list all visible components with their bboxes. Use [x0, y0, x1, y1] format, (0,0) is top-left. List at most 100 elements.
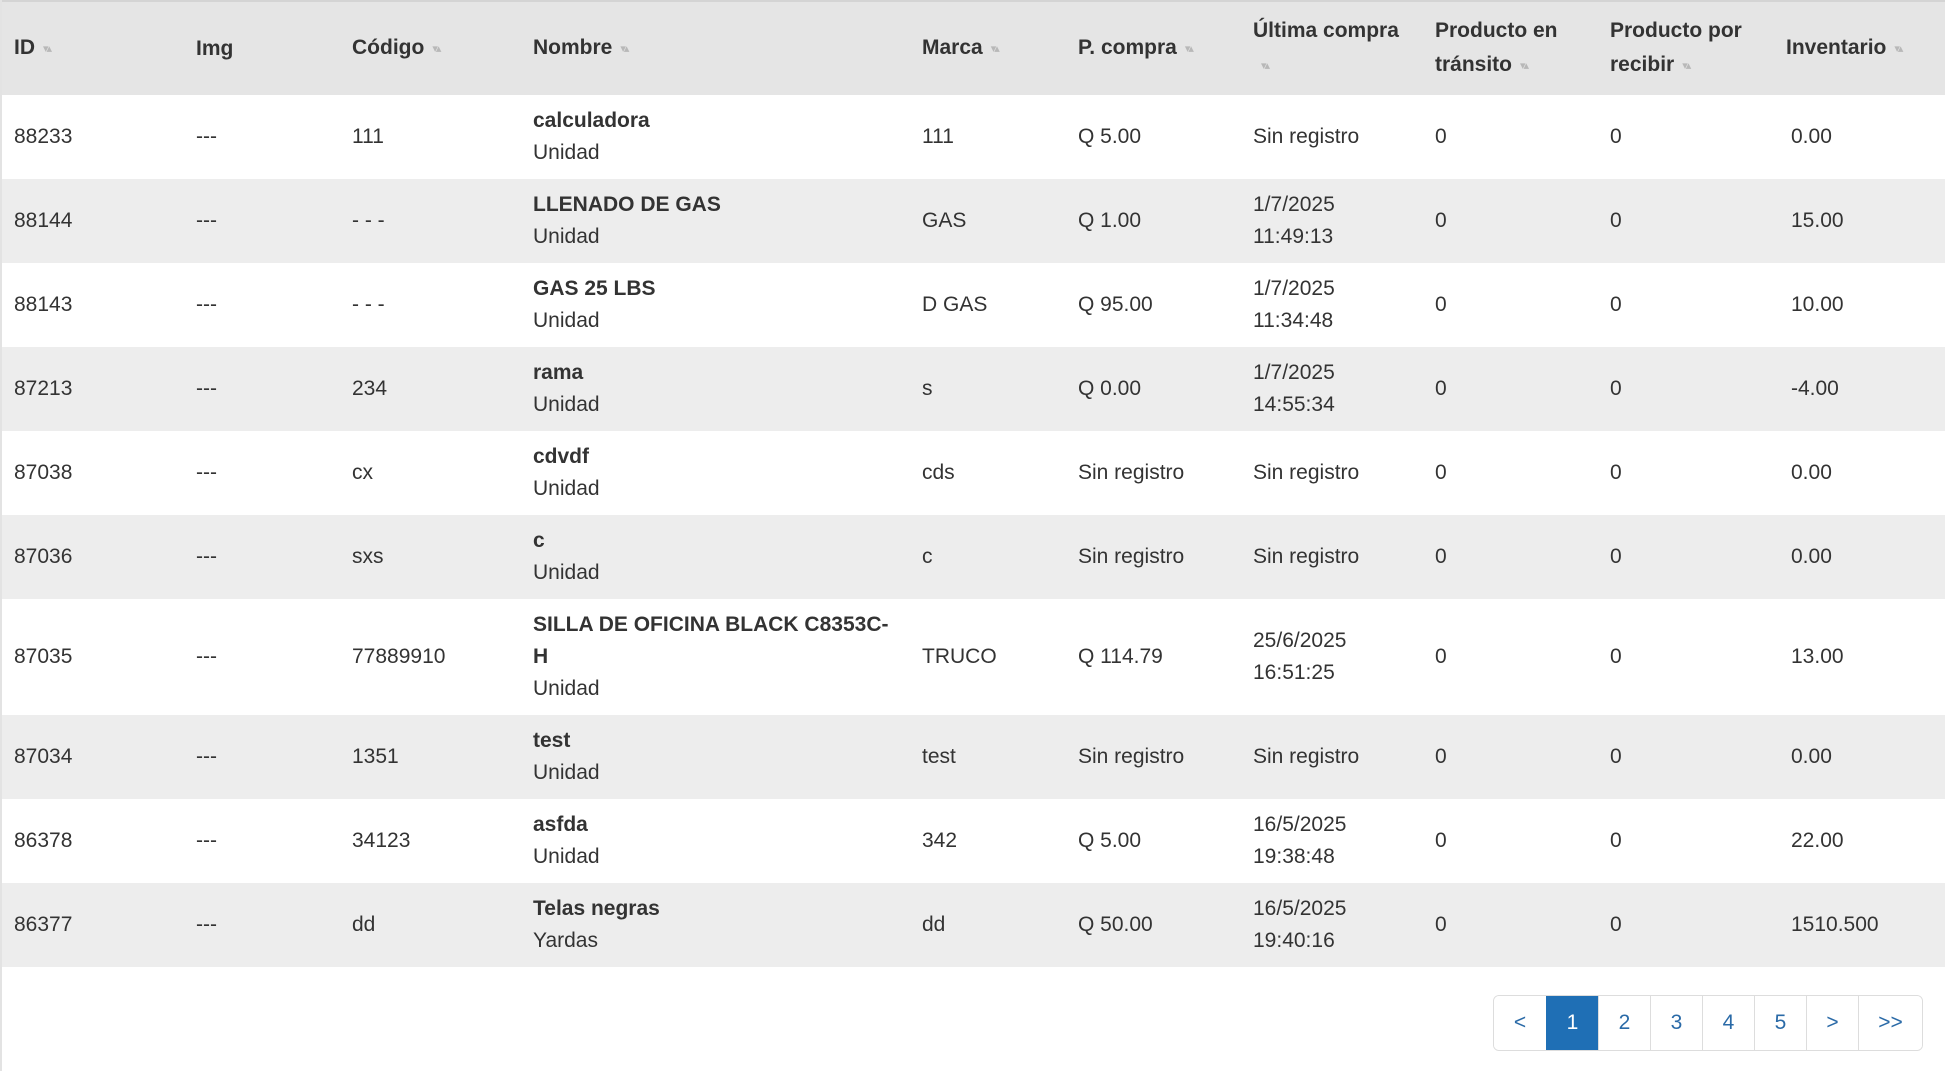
cell-ultima-compra: Sin registro	[1253, 745, 1360, 768]
cell-nombre: cdvdf Unidad	[521, 431, 910, 515]
table-row[interactable]: 88143 --- - - - GAS 25 LBS Unidad D GAS Q…	[2, 263, 1945, 347]
cell-p-compra: Q 0.00	[1078, 377, 1142, 400]
cell-por-recibir: 0	[1610, 645, 1622, 668]
column-header-codigo[interactable]: Código ▾▴	[340, 1, 521, 95]
pagination-page-2[interactable]: 2	[1598, 996, 1650, 1050]
cell-nombre: calculadora Unidad	[521, 95, 910, 179]
cell-marca: D GAS	[922, 293, 988, 316]
table-row[interactable]: 88233 --- 111 calculadora Unidad 111 Q 5.…	[2, 95, 1945, 179]
column-header-img: Img	[184, 1, 340, 95]
cell-por-recibir: 0	[1610, 829, 1622, 852]
cell-codigo: cx	[352, 461, 373, 484]
column-header-producto-en-transito[interactable]: Producto en tránsito ▾▴	[1423, 1, 1598, 95]
table-row[interactable]: 87038 --- cx cdvdf Unidad cds Sin registr…	[2, 431, 1945, 515]
cell-nombre: GAS 25 LBS Unidad	[521, 263, 910, 347]
cell-codigo: 111	[352, 125, 384, 148]
cell-id: 86377	[14, 913, 73, 936]
cell-nombre: rama Unidad	[521, 347, 910, 431]
cell-p-compra: Sin registro	[1078, 461, 1185, 484]
cell-inventario: 15.00	[1791, 209, 1844, 232]
cell-ultima-compra: 16/5/2025 19:40:16	[1253, 897, 1347, 952]
cell-por-recibir: 0	[1610, 377, 1622, 400]
products-table-panel: ID ▾▴ Img Código ▾▴ Nombre ▾▴ Marca ▾▴ P. co…	[0, 0, 1945, 1071]
cell-por-recibir: 0	[1610, 913, 1622, 936]
cell-inventario: 22.00	[1791, 829, 1844, 852]
pagination-page-1[interactable]: 1	[1546, 996, 1598, 1050]
cell-inventario: 0.00	[1791, 545, 1832, 568]
cell-img: ---	[196, 125, 217, 148]
cell-ultima-compra: 25/6/2025 16:51:25	[1253, 629, 1347, 684]
cell-codigo: 77889910	[352, 645, 446, 668]
cell-id: 87213	[14, 377, 73, 400]
column-header-producto-por-recibir[interactable]: Producto por recibir ▾▴	[1598, 1, 1774, 95]
table-row[interactable]: 86378 --- 34123 asfda Unidad 342 Q 5.00 1…	[2, 799, 1945, 883]
column-header-nombre[interactable]: Nombre ▾▴	[521, 1, 910, 95]
cell-img: ---	[196, 293, 217, 316]
sort-icon[interactable]: ▾▴	[1520, 49, 1529, 83]
cell-nombre: LLENADO DE GAS Unidad	[521, 179, 910, 263]
cell-ultima-compra: Sin registro	[1253, 545, 1360, 568]
cell-transito: 0	[1435, 545, 1447, 568]
cell-transito: 0	[1435, 293, 1447, 316]
cell-ultima-compra: 1/7/2025 11:34:48	[1253, 277, 1335, 332]
table-row[interactable]: 87035 --- 77889910 SILLA DE OFICINA BLAC…	[2, 599, 1945, 715]
cell-marca: c	[922, 545, 933, 568]
cell-id: 88144	[14, 209, 73, 232]
pagination-prev-button[interactable]: <	[1494, 996, 1546, 1050]
cell-codigo: 1351	[352, 745, 399, 768]
cell-p-compra: Sin registro	[1078, 545, 1185, 568]
table-row[interactable]: 86377 --- dd Telas negras Yardas dd Q 50.…	[2, 883, 1945, 967]
sort-icon[interactable]: ▾▴	[43, 32, 52, 66]
cell-img: ---	[196, 913, 217, 936]
cell-transito: 0	[1435, 125, 1447, 148]
column-header-id[interactable]: ID ▾▴	[2, 1, 184, 95]
column-header-ultima-compra[interactable]: Última compra ▾▴	[1241, 1, 1423, 95]
cell-p-compra: Q 5.00	[1078, 125, 1142, 148]
cell-marca: TRUCO	[922, 645, 997, 668]
cell-inventario: 0.00	[1791, 745, 1832, 768]
products-table: ID ▾▴ Img Código ▾▴ Nombre ▾▴ Marca ▾▴ P. co…	[2, 0, 1945, 967]
cell-por-recibir: 0	[1610, 745, 1622, 768]
column-header-inventario[interactable]: Inventario ▾▴	[1774, 1, 1945, 95]
sort-icon[interactable]: ▾▴	[1894, 32, 1903, 66]
pagination-last-button[interactable]: >>	[1858, 996, 1922, 1050]
cell-transito: 0	[1435, 829, 1447, 852]
sort-icon[interactable]: ▾▴	[991, 32, 1000, 66]
table-row[interactable]: 87034 --- 1351 test Unidad test Sin regis…	[2, 715, 1945, 799]
cell-p-compra: Q 114.79	[1078, 645, 1163, 668]
column-header-label: Código	[352, 36, 425, 60]
table-row[interactable]: 88144 --- - - - LLENADO DE GAS Unidad GAS…	[2, 179, 1945, 263]
sort-icon[interactable]: ▾▴	[432, 32, 441, 66]
cell-por-recibir: 0	[1610, 125, 1622, 148]
cell-inventario: 1510.500	[1791, 913, 1879, 936]
sort-icon[interactable]: ▾▴	[1682, 49, 1691, 83]
cell-marca: dd	[922, 913, 946, 936]
column-header-label: Img	[196, 36, 234, 60]
pagination-next-button[interactable]: >	[1806, 996, 1858, 1050]
cell-id: 87035	[14, 645, 73, 668]
table-row[interactable]: 87036 --- sxs c Unidad c Sin registro Sin…	[2, 515, 1945, 599]
cell-por-recibir: 0	[1610, 209, 1622, 232]
cell-img: ---	[196, 377, 217, 400]
pagination-page-3[interactable]: 3	[1650, 996, 1702, 1050]
sort-icon[interactable]: ▾▴	[620, 32, 629, 66]
pagination-page-4[interactable]: 4	[1702, 996, 1754, 1050]
product-name: asfda	[533, 813, 588, 836]
cell-nombre: asfda Unidad	[521, 799, 910, 883]
cell-p-compra: Q 1.00	[1078, 209, 1142, 232]
product-unit: Unidad	[533, 393, 600, 416]
product-unit: Unidad	[533, 677, 600, 700]
sort-icon[interactable]: ▾▴	[1185, 32, 1194, 66]
sort-icon[interactable]: ▾▴	[1261, 49, 1270, 83]
pagination-page-5[interactable]: 5	[1754, 996, 1806, 1050]
cell-ultima-compra: 1/7/2025 14:55:34	[1253, 361, 1335, 416]
cell-por-recibir: 0	[1610, 545, 1622, 568]
cell-p-compra: Q 50.00	[1078, 913, 1153, 936]
table-row[interactable]: 87213 --- 234 rama Unidad s Q 0.00 1/7/20…	[2, 347, 1945, 431]
product-name: rama	[533, 361, 584, 384]
cell-por-recibir: 0	[1610, 293, 1622, 316]
cell-inventario: 0.00	[1791, 461, 1832, 484]
column-header-p-compra[interactable]: P. compra ▾▴	[1066, 1, 1241, 95]
column-header-marca[interactable]: Marca ▾▴	[910, 1, 1066, 95]
cell-img: ---	[196, 829, 217, 852]
